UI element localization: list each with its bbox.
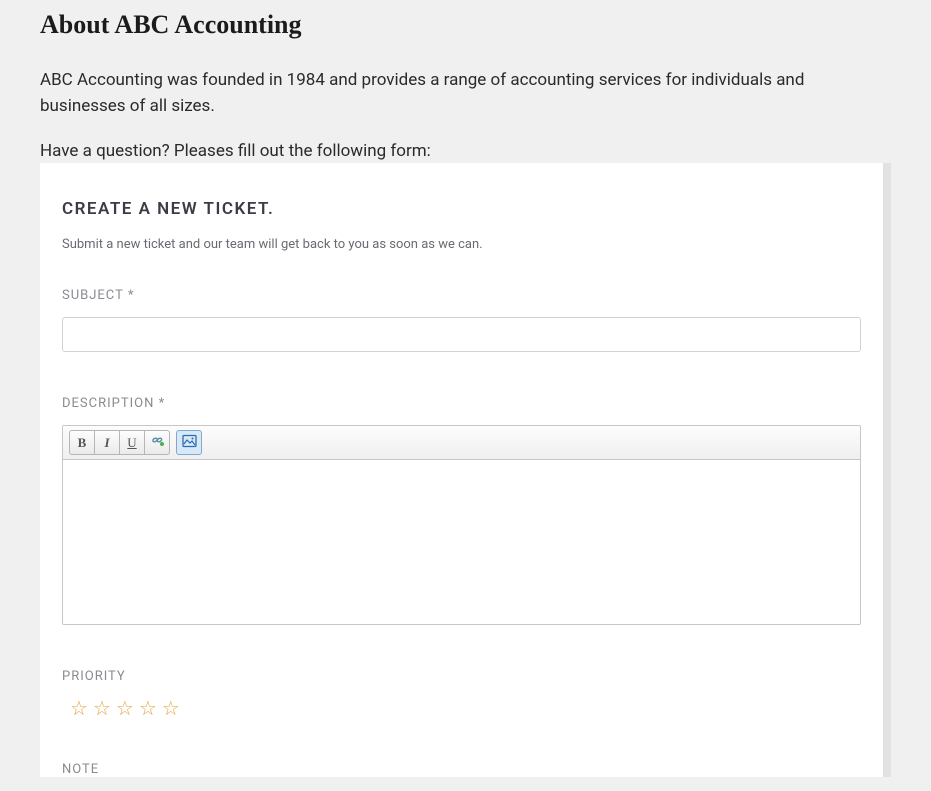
star-2[interactable]: ☆: [93, 698, 111, 718]
prompt-text: Have a question? Pleases fill out the fo…: [40, 141, 891, 161]
rte-format-group: B I U: [69, 430, 170, 455]
ticket-form-card: CREATE A NEW TICKET. Submit a new ticket…: [40, 163, 891, 777]
subject-field-group: SUBJECT *: [62, 288, 861, 352]
link-button[interactable]: [144, 430, 170, 455]
note-field-group: NOTE: [62, 762, 861, 777]
underline-button[interactable]: U: [119, 430, 145, 455]
star-4[interactable]: ☆: [139, 698, 157, 718]
star-1[interactable]: ☆: [70, 698, 88, 718]
star-3[interactable]: ☆: [116, 698, 134, 718]
subject-input[interactable]: [62, 317, 861, 352]
form-subtext: Submit a new ticket and our team will ge…: [62, 237, 861, 252]
italic-button[interactable]: I: [94, 430, 120, 455]
link-icon: [150, 434, 165, 451]
description-field-group: DESCRIPTION * B I U: [62, 396, 861, 625]
priority-field-group: PRIORITY ☆ ☆ ☆ ☆ ☆: [62, 669, 861, 718]
bold-button[interactable]: B: [69, 430, 95, 455]
description-input[interactable]: [63, 460, 860, 620]
rte-toolbar: B I U: [63, 426, 860, 460]
description-label: DESCRIPTION *: [62, 396, 861, 411]
priority-label: PRIORITY: [62, 669, 861, 684]
image-icon: [182, 434, 197, 452]
image-button[interactable]: [176, 430, 202, 455]
subject-label: SUBJECT *: [62, 288, 861, 303]
priority-stars: ☆ ☆ ☆ ☆ ☆: [62, 698, 861, 718]
page-title: About ABC Accounting: [40, 10, 891, 40]
star-5[interactable]: ☆: [162, 698, 180, 718]
rich-text-editor: B I U: [62, 425, 861, 625]
form-heading: CREATE A NEW TICKET.: [62, 199, 861, 219]
intro-text: ABC Accounting was founded in 1984 and p…: [40, 68, 891, 119]
note-label: NOTE: [62, 762, 861, 777]
